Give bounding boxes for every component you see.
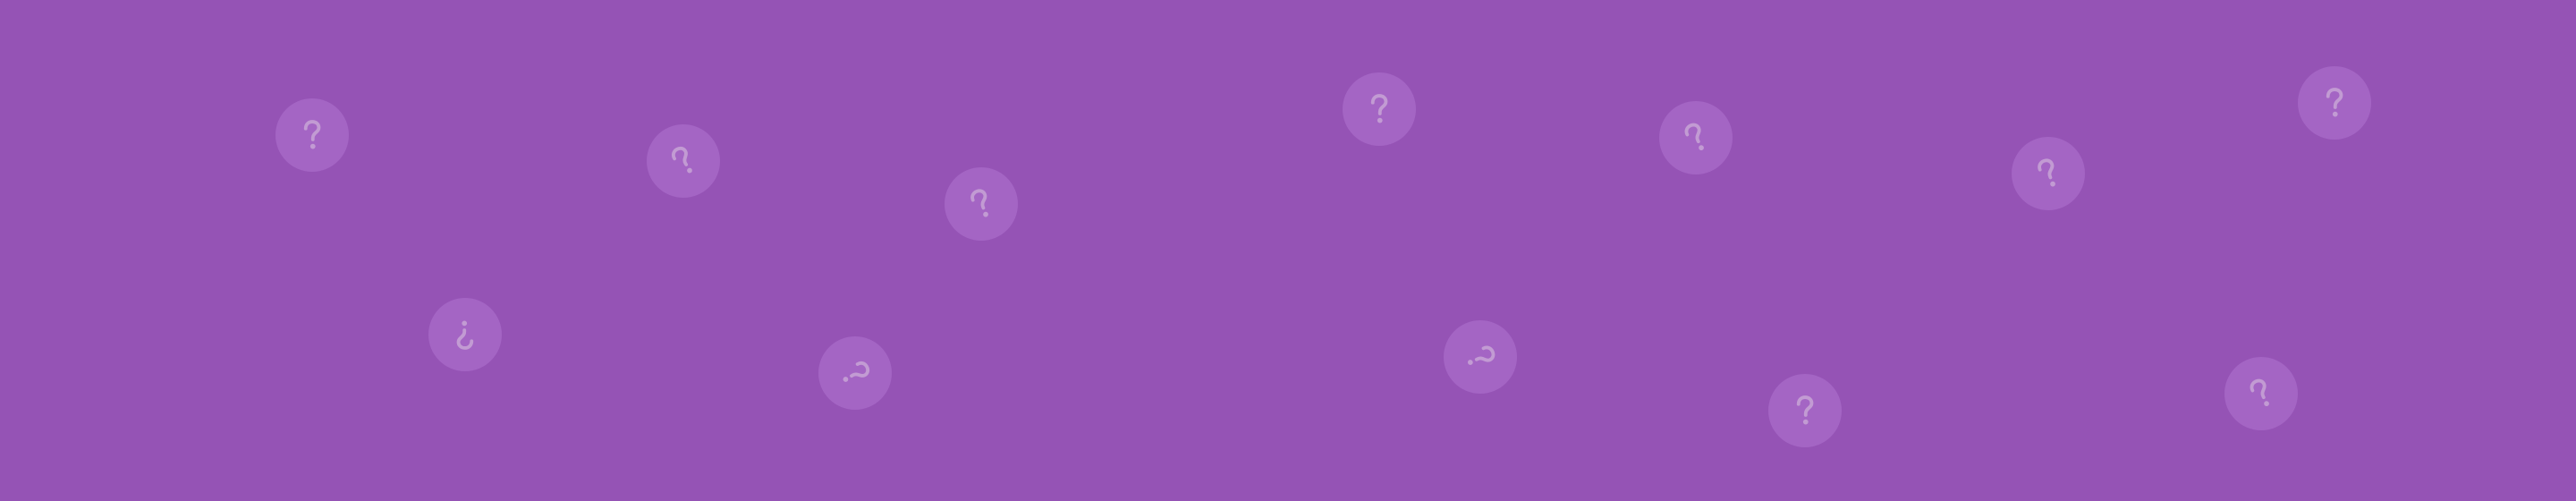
question-bubble <box>1659 101 1733 174</box>
question-mark-icon <box>843 361 870 382</box>
question-bubble <box>647 124 720 198</box>
question-bubble <box>945 167 1018 241</box>
question-bubble <box>2224 357 2298 430</box>
question-bubble <box>1768 374 1842 447</box>
question-bubble <box>2012 137 2085 210</box>
question-mark-icon <box>1370 94 1388 123</box>
question-bubble <box>1444 320 1517 394</box>
question-bubble <box>1343 72 1416 146</box>
question-bubble <box>428 298 502 371</box>
question-mark-icon <box>303 120 321 149</box>
question-mark-icon <box>970 189 988 217</box>
question-bubble <box>2298 66 2371 140</box>
question-mark-icon <box>2326 88 2343 117</box>
question-mark-icon <box>1796 395 1814 425</box>
question-mark-icon <box>1684 123 1704 151</box>
question-mark-icon <box>671 146 692 174</box>
question-mark-icon <box>456 320 474 350</box>
question-bubble <box>818 336 892 410</box>
question-mark-icon <box>2038 158 2055 187</box>
question-mark-icon <box>2250 378 2269 407</box>
question-mark-icon <box>1467 345 1496 365</box>
decorative-banner <box>0 0 2576 501</box>
question-bubble <box>275 98 349 172</box>
